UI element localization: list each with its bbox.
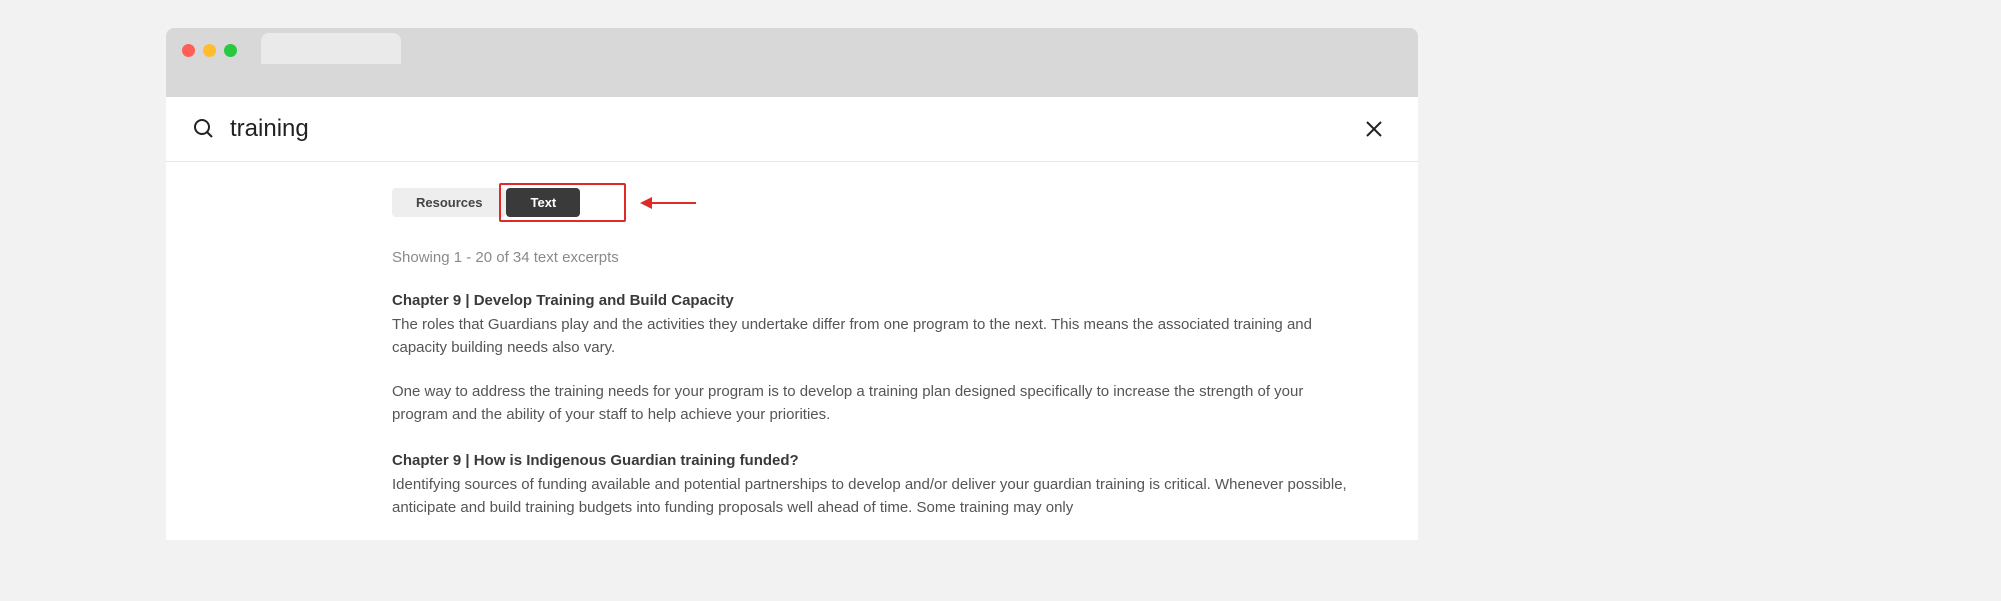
window-maximize-dot[interactable] bbox=[224, 44, 237, 57]
result-title: Chapter 9 | How is Indigenous Guardian t… bbox=[392, 452, 1358, 469]
search-result[interactable]: Chapter 9 | Develop Training and Build C… bbox=[392, 292, 1358, 426]
window-controls bbox=[166, 28, 237, 57]
browser-tab[interactable] bbox=[261, 33, 401, 64]
result-paragraph: The roles that Guardians play and the ac… bbox=[392, 313, 1358, 360]
result-paragraph: One way to address the training needs fo… bbox=[392, 380, 1358, 427]
page-content: Resources Text Showing 1 - 20 of 34 text… bbox=[166, 97, 1418, 520]
search-result[interactable]: Chapter 9 | How is Indigenous Guardian t… bbox=[392, 452, 1358, 520]
result-tabs: Resources Text bbox=[392, 188, 1358, 217]
result-paragraph: Identifying sources of funding available… bbox=[392, 473, 1358, 520]
search-icon bbox=[192, 117, 216, 141]
window-minimize-dot[interactable] bbox=[203, 44, 216, 57]
browser-window: Resources Text Showing 1 - 20 of 34 text… bbox=[166, 28, 1418, 540]
result-excerpt: Identifying sources of funding available… bbox=[392, 473, 1358, 520]
search-input[interactable] bbox=[230, 115, 1364, 143]
result-title: Chapter 9 | Develop Training and Build C… bbox=[392, 292, 1358, 309]
window-close-dot[interactable] bbox=[182, 44, 195, 57]
result-excerpt: The roles that Guardians play and the ac… bbox=[392, 313, 1358, 426]
annotation-arrow bbox=[640, 197, 696, 209]
tab-resources[interactable]: Resources bbox=[392, 188, 506, 217]
browser-chrome bbox=[166, 28, 1418, 97]
close-icon[interactable] bbox=[1364, 119, 1384, 139]
search-bar bbox=[166, 97, 1418, 162]
tab-text[interactable]: Text bbox=[506, 188, 580, 217]
results-count: Showing 1 - 20 of 34 text excerpts bbox=[392, 249, 1358, 266]
results-column: Resources Text Showing 1 - 20 of 34 text… bbox=[166, 162, 1418, 520]
